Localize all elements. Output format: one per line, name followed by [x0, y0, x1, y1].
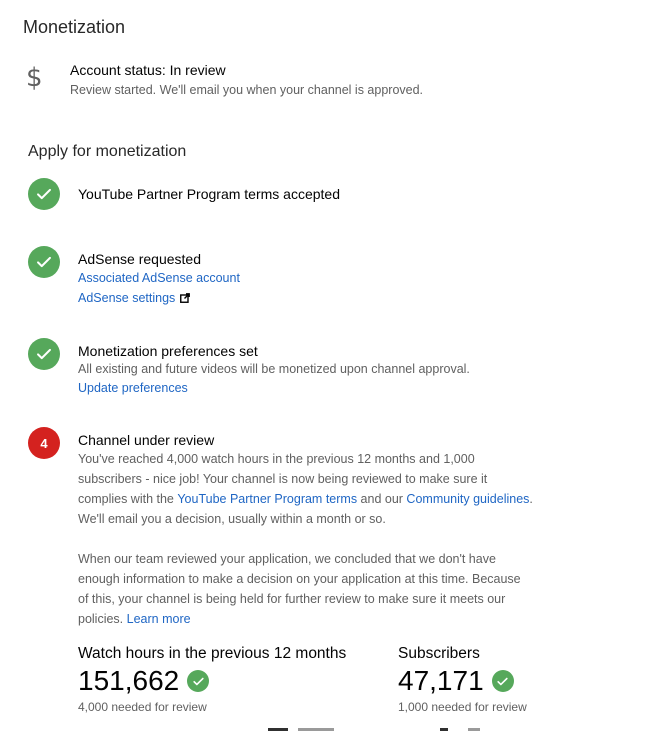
step-title: AdSense requested: [78, 251, 201, 267]
cropped-content-edge: [268, 728, 488, 732]
step-description: All existing and future videos will be m…: [78, 362, 470, 376]
paragraph-line: of this, your channel is being held for …: [78, 592, 506, 606]
stat-value: 151,662: [78, 665, 180, 696]
step-title: Monetization preferences set: [78, 343, 258, 359]
step-terms: YouTube Partner Program terms accepted: [28, 178, 618, 210]
paragraph-line: subscribers - nice job! Your channel is …: [78, 472, 488, 486]
text-span: .: [529, 492, 533, 506]
adsense-settings-link[interactable]: AdSense settings: [78, 288, 175, 308]
check-circle-icon: [491, 670, 514, 692]
watch-hours-stat: Watch hours in the previous 12 months 15…: [78, 644, 398, 714]
check-circle-icon: [28, 178, 60, 210]
step-preferences: Monetization preferences set All existin…: [28, 338, 618, 398]
page-title: Monetization: [23, 17, 126, 37]
paragraph-line: policies. Learn more: [78, 609, 558, 629]
paragraph-line: complies with the YouTube Partner Progra…: [78, 489, 558, 509]
check-circle-icon: [187, 670, 210, 692]
review-stats: Watch hours in the previous 12 months 15…: [78, 644, 527, 714]
paragraph-line: enough information to make a decision on…: [78, 572, 521, 586]
partner-program-terms-link[interactable]: YouTube Partner Program terms: [177, 489, 357, 509]
subscribers-stat: Subscribers 47,171 1,000 needed for revi…: [398, 644, 527, 714]
account-status-title: Account status: In review: [70, 62, 226, 78]
step-channel-review: 4 Channel under review You've reached 4,…: [28, 427, 618, 629]
stat-requirement: 1,000 needed for review: [398, 700, 527, 714]
step-number-badge: 4: [28, 427, 60, 459]
associated-adsense-link[interactable]: Associated AdSense account: [78, 268, 240, 288]
account-status-subtitle: Review started. We'll email you when you…: [70, 83, 424, 97]
external-link-icon[interactable]: [180, 289, 191, 308]
step-title: Channel under review: [78, 432, 215, 448]
stat-label: Watch hours in the previous 12 months: [78, 645, 347, 662]
check-circle-icon: [28, 338, 60, 370]
update-preferences-link[interactable]: Update preferences: [78, 378, 188, 398]
review-paragraph: You've reached 4,000 watch hours in the …: [78, 449, 558, 529]
account-status: $ Account status: In review Review start…: [26, 62, 423, 98]
paragraph-line: When our team reviewed your application,…: [78, 552, 496, 566]
step-title: YouTube Partner Program terms accepted: [78, 186, 340, 202]
step-adsense: AdSense requested Associated AdSense acc…: [28, 246, 618, 308]
text-span: policies.: [78, 612, 127, 626]
stat-label: Subscribers: [398, 645, 480, 662]
held-review-paragraph: When our team reviewed your application,…: [78, 549, 558, 629]
text-span: and our: [357, 492, 407, 506]
stat-value: 47,171: [398, 665, 484, 696]
community-guidelines-link[interactable]: Community guidelines: [406, 489, 529, 509]
paragraph-line: We'll email you a decision, usually with…: [78, 512, 386, 526]
stat-requirement: 4,000 needed for review: [78, 700, 207, 714]
paragraph-line: You've reached 4,000 watch hours in the …: [78, 452, 475, 466]
section-title: Apply for monetization: [28, 143, 187, 160]
learn-more-link[interactable]: Learn more: [127, 609, 191, 629]
text-span: complies with the: [78, 492, 178, 506]
dollar-icon: $: [26, 63, 43, 93]
check-circle-icon: [28, 246, 60, 278]
